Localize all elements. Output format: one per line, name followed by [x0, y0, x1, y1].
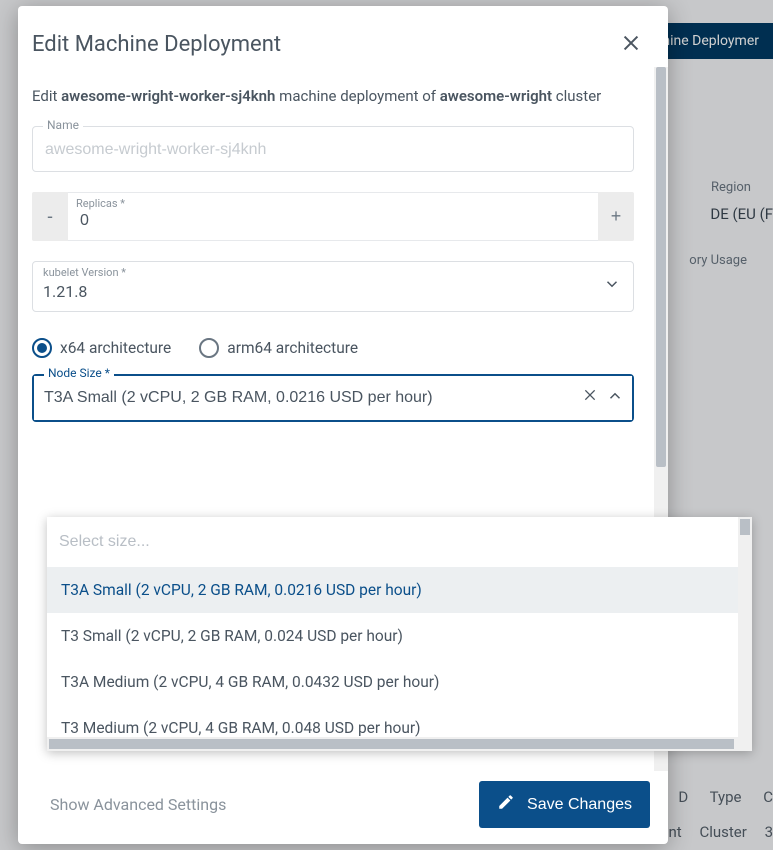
deployment-name-text: awesome-wright-worker-sj4knh: [61, 87, 275, 105]
name-field: Name: [32, 126, 634, 172]
cluster-name-text: awesome-wright: [440, 87, 552, 105]
node-size-option[interactable]: T3A Small (2 vCPU, 2 GB RAM, 0.0216 USD …: [47, 567, 752, 613]
replicas-decrement-button[interactable]: -: [32, 192, 68, 241]
architecture-radio-group: x64 architecture arm64 architecture: [32, 338, 654, 358]
name-input: [33, 127, 633, 171]
replicas-stepper: - Replicas * +: [32, 192, 634, 241]
modal-description: Edit awesome-wright-worker-sj4knh machin…: [32, 85, 654, 108]
chevron-up-icon[interactable]: [606, 387, 624, 409]
close-icon: [620, 42, 642, 57]
arch-x64-radio[interactable]: x64 architecture: [32, 338, 171, 358]
node-size-combobox[interactable]: Node Size *: [32, 374, 634, 422]
dropdown-v-scrollbar-thumb[interactable]: [740, 519, 750, 535]
node-size-option[interactable]: T3A Medium (2 vCPU, 4 GB RAM, 0.0432 USD…: [47, 659, 752, 705]
kubelet-version-select[interactable]: kubelet Version * 1.21.8: [32, 261, 634, 312]
radio-unchecked-icon: [199, 338, 219, 358]
replicas-input[interactable]: [68, 212, 598, 240]
dropdown-v-scrollbar-track[interactable]: [738, 517, 752, 751]
node-size-label: Node Size *: [44, 366, 114, 380]
pencil-icon: [497, 793, 515, 816]
clear-icon[interactable]: [582, 387, 598, 409]
show-advanced-settings-link[interactable]: Show Advanced Settings: [50, 795, 226, 814]
node-size-option[interactable]: T3 Small (2 vCPU, 2 GB RAM, 0.024 USD pe…: [47, 613, 752, 659]
arch-arm64-label: arm64 architecture: [227, 339, 358, 357]
save-changes-button[interactable]: Save Changes: [479, 781, 650, 828]
dropdown-h-scrollbar-track[interactable]: [47, 737, 752, 751]
arch-x64-label: x64 architecture: [60, 339, 171, 357]
node-size-dropdown: T3A Small (2 vCPU, 2 GB RAM, 0.0216 USD …: [47, 517, 752, 751]
name-label: Name: [43, 118, 83, 132]
modal-header: Edit Machine Deployment: [18, 6, 668, 67]
node-size-search-input[interactable]: [47, 517, 726, 567]
modal-scrollbar-thumb[interactable]: [656, 67, 666, 467]
chevron-down-icon: [603, 275, 621, 297]
save-changes-label: Save Changes: [527, 796, 632, 814]
replicas-field[interactable]: Replicas *: [68, 192, 598, 241]
node-size-input[interactable]: [34, 376, 632, 420]
modal-title: Edit Machine Deployment: [32, 32, 281, 57]
node-size-option-list: T3A Small (2 vCPU, 2 GB RAM, 0.0216 USD …: [47, 567, 752, 751]
kubelet-version-label: kubelet Version *: [43, 266, 126, 279]
replicas-increment-button[interactable]: +: [598, 192, 634, 241]
arch-arm64-radio[interactable]: arm64 architecture: [199, 338, 358, 358]
radio-checked-icon: [32, 338, 52, 358]
modal-footer: Show Advanced Settings Save Changes: [18, 771, 668, 844]
close-button[interactable]: [616, 28, 646, 61]
replicas-label: Replicas *: [68, 193, 598, 210]
dropdown-h-scrollbar-thumb[interactable]: [49, 739, 734, 749]
